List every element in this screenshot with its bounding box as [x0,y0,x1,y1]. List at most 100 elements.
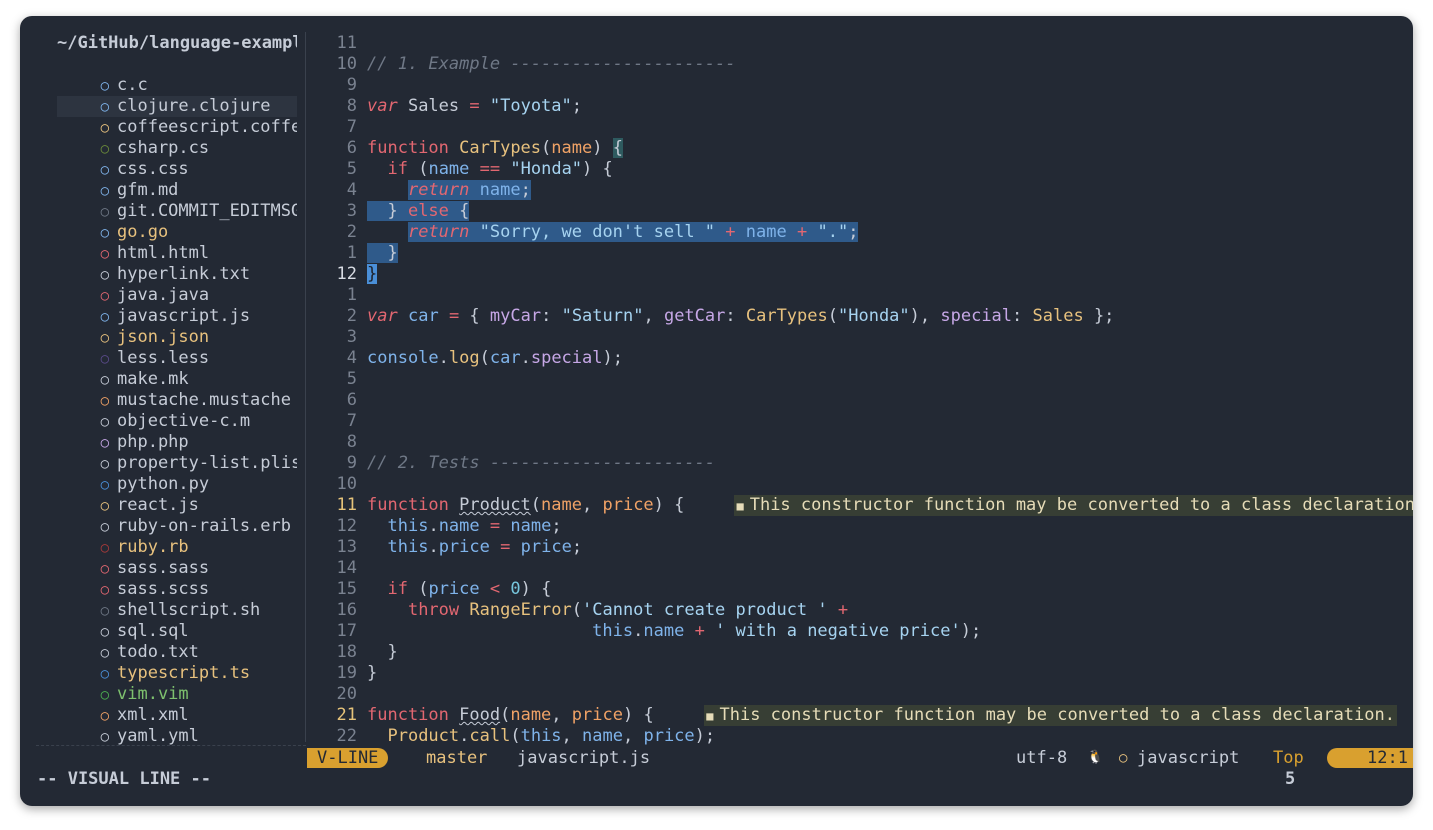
file-item[interactable]: ○ clojure.clojure [57,96,297,117]
diagnostic-hint[interactable]: ■ This constructor function may be conver… [734,495,1413,516]
file-item[interactable]: ○ java.java [57,285,297,306]
line-number: 3 [346,327,357,347]
code-line[interactable]: 2 return "Sorry, we don't sell " + name … [307,222,1413,243]
code-token: + [837,600,849,620]
file-item[interactable]: ○ go.go [57,222,297,243]
code-text: } [367,243,398,264]
file-name: go.go [117,222,169,242]
file-type-icon: ○ [100,498,109,514]
code-line[interactable]: 16 throw RangeError('Cannot create produ… [307,600,1413,621]
code-token: var [367,306,398,326]
code-line[interactable]: 3 } else { [307,201,1413,222]
code-token: this [520,726,562,746]
file-item[interactable]: ○ hyperlink.txt [57,264,297,285]
code-line[interactable]: 22 Product.call(this, name, price); [307,726,1413,747]
code-token: getCar [663,306,726,326]
code-line[interactable]: 12 this.name = name; [307,516,1413,537]
code-text: } else { [367,201,470,222]
file-item[interactable]: ○ xml.xml [57,705,297,726]
code-token: < [489,579,501,599]
file-item[interactable]: ○ ruby.rb [57,537,297,558]
code-line[interactable]: 1 [307,285,1413,306]
code-line[interactable]: 5 if (name == "Honda") { [307,159,1413,180]
code-line[interactable]: 6 [307,390,1413,411]
file-item[interactable]: ○ css.css [57,159,297,180]
file-item[interactable]: ○ javascript.js [57,306,297,327]
code-line[interactable]: 3 [307,327,1413,348]
file-item[interactable]: ○ less.less [57,348,297,369]
code-line[interactable]: 9 [307,75,1413,96]
code-line[interactable]: 15 if (price < 0) { [307,579,1413,600]
code-line[interactable]: 10 // 1. Example ---------------------- [307,54,1413,75]
file-item[interactable]: ○ mustache.mustache [57,390,297,411]
line-number: 13 [336,537,357,557]
code-token: ) { [520,579,552,599]
file-type-icon: ○ [100,246,109,262]
file-item[interactable]: ○ python.py [57,474,297,495]
code-line[interactable]: 9 // 2. Tests ---------------------- [307,453,1413,474]
file-item[interactable]: ○ property-list.plis [57,453,297,474]
code-token: ) { [653,495,685,515]
code-token: special [530,348,603,368]
code-line[interactable]: 20 [307,684,1413,705]
code-line[interactable]: 10 [307,474,1413,495]
code-token: myCar [489,306,542,326]
line-number: 19 [336,663,357,683]
code-token: else [407,201,449,221]
file-name: todo.txt [117,642,199,662]
code-line[interactable]: 5 [307,369,1413,390]
file-item[interactable]: ○ git.COMMIT_EDITMSG [57,201,297,222]
file-name: property-list.plis [117,453,297,473]
code-line[interactable]: 17 this.name + ' with a negative price')… [307,621,1413,642]
file-item[interactable]: ○ csharp.cs [57,138,297,159]
file-item[interactable]: ○ html.html [57,243,297,264]
file-item[interactable]: ○ sql.sql [57,621,297,642]
file-type-icon: ○ [100,687,109,703]
command-line[interactable]: -- VISUAL LINE -- [37,768,211,790]
code-token: : [541,306,562,326]
file-item[interactable]: ○ ruby-on-rails.erb [57,516,297,537]
code-line[interactable]: 8 var Sales = "Toyota"; [307,96,1413,117]
code-line[interactable]: 13 this.price = price; [307,537,1413,558]
code-line[interactable]: 8 [307,432,1413,453]
diagnostic-hint[interactable]: ■ This constructor function may be conver… [704,705,1397,726]
code-line[interactable]: 4 console.log(car.special); [307,348,1413,369]
file-item[interactable]: ○ react.js [57,495,297,516]
file-item[interactable]: ○ todo.txt [57,642,297,663]
file-item[interactable]: ○ sass.scss [57,579,297,600]
folder-languages[interactable]: ⌄●languages [57,54,297,75]
code-line[interactable]: 7 [307,117,1413,138]
code-line[interactable]: 1 } [307,243,1413,264]
code-line[interactable]: 18 } [307,642,1413,663]
file-item[interactable]: ○ make.mk [57,369,297,390]
code-line[interactable]: 14 [307,558,1413,579]
file-item[interactable]: ○ gfm.md [57,180,297,201]
explorer-root-path[interactable]: ~/GitHub/language-exampl [57,33,297,54]
code-line[interactable]: 12} [307,264,1413,285]
code-line[interactable]: 2 var car = { myCar: "Saturn", getCar: Ca… [307,306,1413,327]
code-line[interactable]: 19} [307,663,1413,684]
code-line[interactable]: 4 return name; [307,180,1413,201]
file-item[interactable]: ○ sass.sass [57,558,297,579]
file-item[interactable]: ○ objective-c.m [57,411,297,432]
file-item[interactable]: ○ typescript.ts [57,663,297,684]
code-token: , [551,705,572,725]
code-line[interactable]: 11 [307,33,1413,54]
file-item[interactable]: ○ php.php [57,432,297,453]
code-token: name [479,180,521,200]
file-type-icon: ○ [100,288,109,304]
code-line[interactable]: 6 function CarTypes(name) { [307,138,1413,159]
file-item[interactable]: ○ json.json [57,327,297,348]
code-editor[interactable]: 11 10// 1. Example ----------------------… [307,33,1413,747]
code-line[interactable]: 7 [307,411,1413,432]
file-item[interactable]: ○ shellscript.sh [57,600,297,621]
file-item[interactable]: ○ vim.vim [57,684,297,705]
file-item[interactable]: ○ coffeescript.coffe [57,117,297,138]
file-item[interactable]: ○ c.c [57,75,297,96]
cursor-position: 12:1 [1327,748,1413,768]
